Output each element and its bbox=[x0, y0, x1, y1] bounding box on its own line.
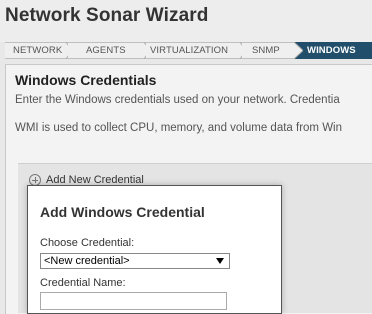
step-network[interactable]: NETWORK bbox=[5, 42, 73, 59]
choose-credential-value: <New credential> bbox=[44, 255, 130, 267]
credential-name-input[interactable] bbox=[40, 292, 227, 310]
step-windows[interactable]: WINDOWS bbox=[294, 42, 372, 59]
wizard-title: Network Sonar Wizard bbox=[5, 5, 209, 26]
credential-name-label: Credential Name: bbox=[40, 277, 126, 289]
step-snmp[interactable]: SNMP bbox=[242, 42, 294, 59]
choose-credential-label: Choose Credential: bbox=[40, 237, 135, 249]
step-agents[interactable]: AGENTS bbox=[68, 42, 151, 59]
dropdown-arrow-icon bbox=[216, 258, 224, 264]
step-snmp-label: SNMP bbox=[252, 45, 280, 56]
step-network-label: NETWORK bbox=[13, 45, 63, 56]
chevron-active-icon bbox=[294, 42, 303, 59]
step-virtualization-label: VIRTUALIZATION bbox=[150, 45, 229, 56]
choose-credential-select[interactable]: <New credential> bbox=[40, 253, 230, 269]
section-description: Enter the Windows credentials used on yo… bbox=[15, 94, 340, 106]
step-agents-label: AGENTS bbox=[86, 45, 126, 56]
dialog-title: Add Windows Credential bbox=[40, 204, 205, 220]
step-windows-label: WINDOWS bbox=[307, 45, 356, 56]
wizard-steps: NETWORK AGENTS VIRTUALIZATION SNMP WINDO… bbox=[5, 42, 372, 59]
wmi-note: WMI is used to collect CPU, memory, and … bbox=[15, 122, 342, 134]
title-bar: Network Sonar Wizard bbox=[0, 0, 372, 42]
add-credential-dialog: Add Windows Credential Choose Credential… bbox=[27, 185, 282, 314]
step-virtualization[interactable]: VIRTUALIZATION bbox=[146, 42, 247, 59]
section-heading: Windows Credentials bbox=[15, 72, 157, 88]
